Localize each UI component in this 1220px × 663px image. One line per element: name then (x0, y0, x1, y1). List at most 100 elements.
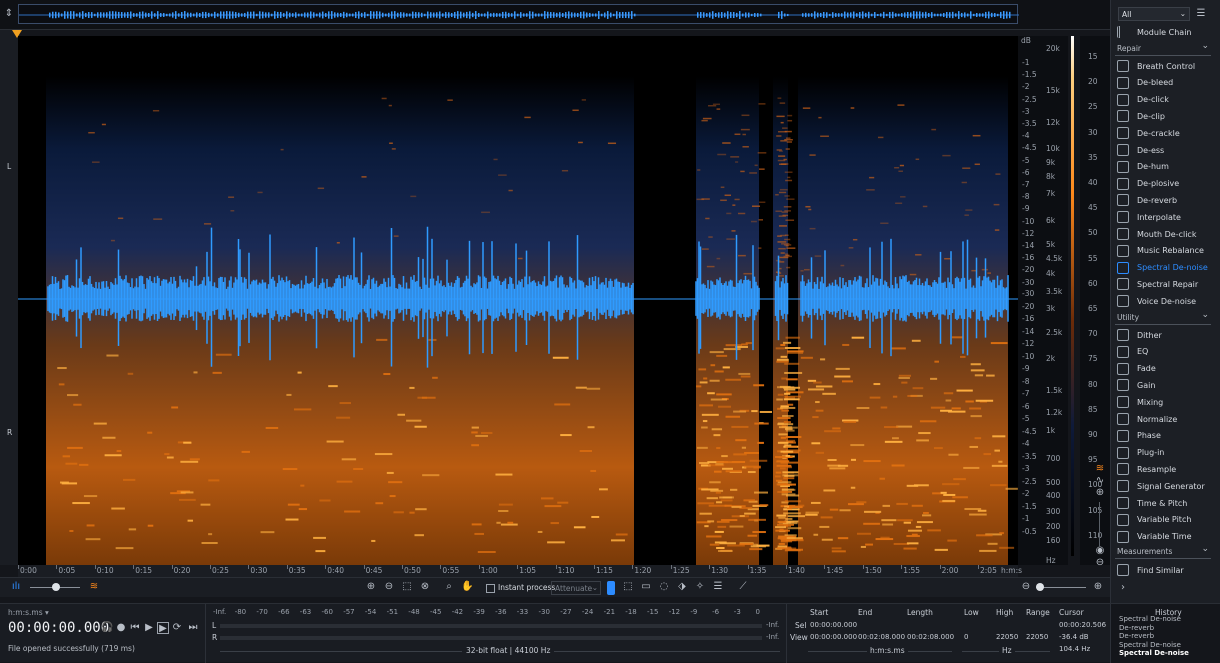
harmonic-selection-icon[interactable]: ☰ (712, 581, 724, 593)
repair-section-header[interactable]: Repair (1115, 41, 1211, 56)
magic-wand-icon[interactable]: ✧ (694, 581, 706, 593)
module-spectral-repair[interactable]: Spectral Repair (1117, 276, 1198, 292)
module-interpolate[interactable]: Interpolate (1117, 209, 1181, 225)
horizontal-zoom-in-icon[interactable]: ⊕ (1092, 581, 1104, 593)
module-dither[interactable]: Dither (1117, 327, 1162, 343)
view-high[interactable]: 22050 (996, 633, 1018, 641)
loop-icon[interactable]: ⟳ (171, 622, 183, 634)
module-filter-select[interactable]: All ⌄ (1118, 7, 1190, 21)
module-de-crackle[interactable]: De-crackle (1117, 125, 1180, 141)
view-length[interactable]: 00:02:08.000 (907, 633, 954, 641)
module-de-clip[interactable]: De-clip (1117, 108, 1165, 124)
module-de-reverb[interactable]: De-reverb (1117, 192, 1177, 208)
vertical-zoom-handle-icon[interactable]: ◉ (1094, 545, 1106, 557)
freq-tick: 700 (1046, 454, 1061, 463)
vertical-zoom-out-icon[interactable]: ⊖ (1094, 557, 1106, 569)
zoom-in-icon[interactable]: ⊕ (365, 581, 377, 593)
measurements-section-header[interactable]: Measurements (1115, 544, 1211, 559)
history-item[interactable]: De-reverb (1119, 632, 1219, 641)
vertical-zoom-in-icon[interactable]: ⊕ (1094, 487, 1106, 499)
hand-tool-icon[interactable]: ✋ (461, 581, 473, 593)
db-tick-upper: -2 (1022, 82, 1030, 92)
horizontal-zoom-out-icon[interactable]: ⊖ (1020, 581, 1032, 593)
view-low[interactable]: 0 (964, 633, 968, 641)
module-fade[interactable]: Fade (1117, 361, 1156, 377)
instant-process-mode-select[interactable]: Attenuate ⌄ (551, 581, 601, 595)
time-frequency-selection-icon[interactable]: ⬚ (622, 581, 634, 593)
meter-scale-tick: -27 (560, 608, 572, 616)
history-item[interactable]: Spectral De-noise (1119, 641, 1219, 650)
history-item[interactable]: Spectral De-noise (1119, 615, 1219, 624)
menu-icon[interactable]: ☰ (1195, 8, 1207, 20)
record-icon[interactable]: ● (115, 622, 127, 634)
zoom-selection-icon[interactable]: ⬚ (401, 581, 413, 593)
module-de-bleed[interactable]: De-bleed (1117, 75, 1173, 91)
module-de-ess[interactable]: De-ess (1117, 142, 1164, 158)
waveform-settings-icon[interactable]: ∿ (1094, 475, 1106, 487)
lasso-tool-icon[interactable]: ◌ (658, 581, 670, 593)
history-item[interactable]: Spectral De-noise (1119, 649, 1219, 658)
vertical-zoom-slider[interactable] (1099, 502, 1100, 546)
module-find-similar[interactable]: Find Similar (1117, 562, 1184, 578)
module-phase[interactable]: Phase (1117, 428, 1161, 444)
normalize-label: Normalize (1137, 414, 1178, 424)
view-blend-handle[interactable] (52, 583, 60, 591)
module-time-and-pitch[interactable]: Time & Pitch (1117, 495, 1187, 511)
expand-collapse-icon[interactable]: ⇕ (3, 8, 15, 20)
module-variable-pitch[interactable]: Variable Pitch (1117, 512, 1191, 528)
brush-tool-icon[interactable]: ⬗ (676, 581, 688, 593)
spectrogram-settings-icon[interactable]: ≋ (1094, 463, 1106, 475)
view-end[interactable]: 00:02:08.000 (858, 633, 905, 641)
spectrogram-view-icon[interactable]: ≋ (88, 581, 100, 593)
play-icon[interactable]: ▶ (143, 622, 155, 634)
module-mixing[interactable]: Mixing (1117, 394, 1163, 410)
gain-label: Gain (1137, 380, 1156, 390)
module-music-rebalance[interactable]: Music Rebalance (1117, 243, 1204, 259)
spectrogram-view[interactable] (18, 36, 1018, 565)
utility-section-header[interactable]: Utility (1115, 310, 1211, 325)
module-variable-time[interactable]: Variable Time (1117, 529, 1192, 545)
module-plug-in[interactable]: Plug-in (1117, 445, 1164, 461)
history-item[interactable]: De-reverb (1119, 624, 1219, 633)
play-selection-icon[interactable]: ▶ (157, 622, 169, 634)
module-resample[interactable]: Resample (1117, 461, 1176, 477)
meter-scale-tick: -66 (278, 608, 290, 616)
waveform-view-icon[interactable]: ılı (10, 581, 22, 593)
module-de-hum[interactable]: De-hum (1117, 159, 1169, 175)
view-range[interactable]: 22050 (1026, 633, 1048, 641)
module-eq[interactable]: EQ (1117, 344, 1148, 360)
module-normalize[interactable]: Normalize (1117, 411, 1177, 427)
time-selection-tool-icon[interactable] (607, 581, 615, 595)
horizontal-zoom-handle[interactable] (1036, 583, 1044, 591)
time-format-select[interactable]: h:m:s.ms ▾ (8, 608, 49, 617)
module-chain-button[interactable]: Module Chain (1117, 24, 1191, 40)
module-signal-generator[interactable]: Signal Generator (1117, 478, 1205, 494)
module-de-plosive[interactable]: De-plosive (1117, 176, 1179, 192)
instant-process-checkbox[interactable] (486, 584, 495, 593)
overview-waveform[interactable] (18, 4, 1019, 24)
zoom-tool-icon[interactable]: ⌕ (443, 581, 455, 593)
view-start[interactable]: 00:00:00.000 (810, 633, 857, 641)
zoom-out-icon[interactable]: ⊖ (383, 581, 395, 593)
waveform-overview[interactable]: ⇕ (0, 0, 1110, 30)
time-ruler[interactable]: 0:00 0:05 0:10 0:15 0:20 0:25 0:30 0:35 0:40 0:45… (18, 565, 1022, 577)
module-gain[interactable]: Gain (1117, 377, 1155, 393)
chevron-right-icon[interactable]: › (1117, 582, 1129, 594)
module-voice-de-noise[interactable]: Voice De-noise (1117, 293, 1196, 309)
go-to-end-icon[interactable]: ⏭ (187, 622, 199, 634)
history-list[interactable]: Spectral De-noise De-reverb De-reverb Spect… (1119, 615, 1219, 658)
zoom-all-icon[interactable]: ⊗ (419, 581, 431, 593)
meter-scale-tick: -51 (386, 608, 399, 616)
headphones-icon[interactable]: 🎧 (101, 622, 113, 634)
go-to-start-icon[interactable]: ⏮ (129, 622, 141, 634)
channel-column: L R (0, 30, 22, 565)
module-de-click[interactable]: De-click (1117, 92, 1169, 108)
module-mouth-de-click[interactable]: Mouth De-click (1117, 226, 1196, 242)
db-frequency-axis[interactable]: dB -1 -1.5 -2 -2.5 -3 -3.5 -4 -4.5 -5 -6 -7 -8 -9 -10… (1018, 36, 1068, 565)
module-spectral-de-noise[interactable]: Spectral De-noise (1117, 260, 1208, 276)
markers-icon[interactable]: ⟋ (737, 581, 749, 593)
frequency-selection-icon[interactable]: ▭ (640, 581, 652, 593)
module-breath-control[interactable]: Breath Control (1117, 58, 1195, 74)
sel-start[interactable]: 00:00:00.000 (810, 621, 857, 629)
time-unit-label: h:m:s.ms (867, 646, 908, 655)
